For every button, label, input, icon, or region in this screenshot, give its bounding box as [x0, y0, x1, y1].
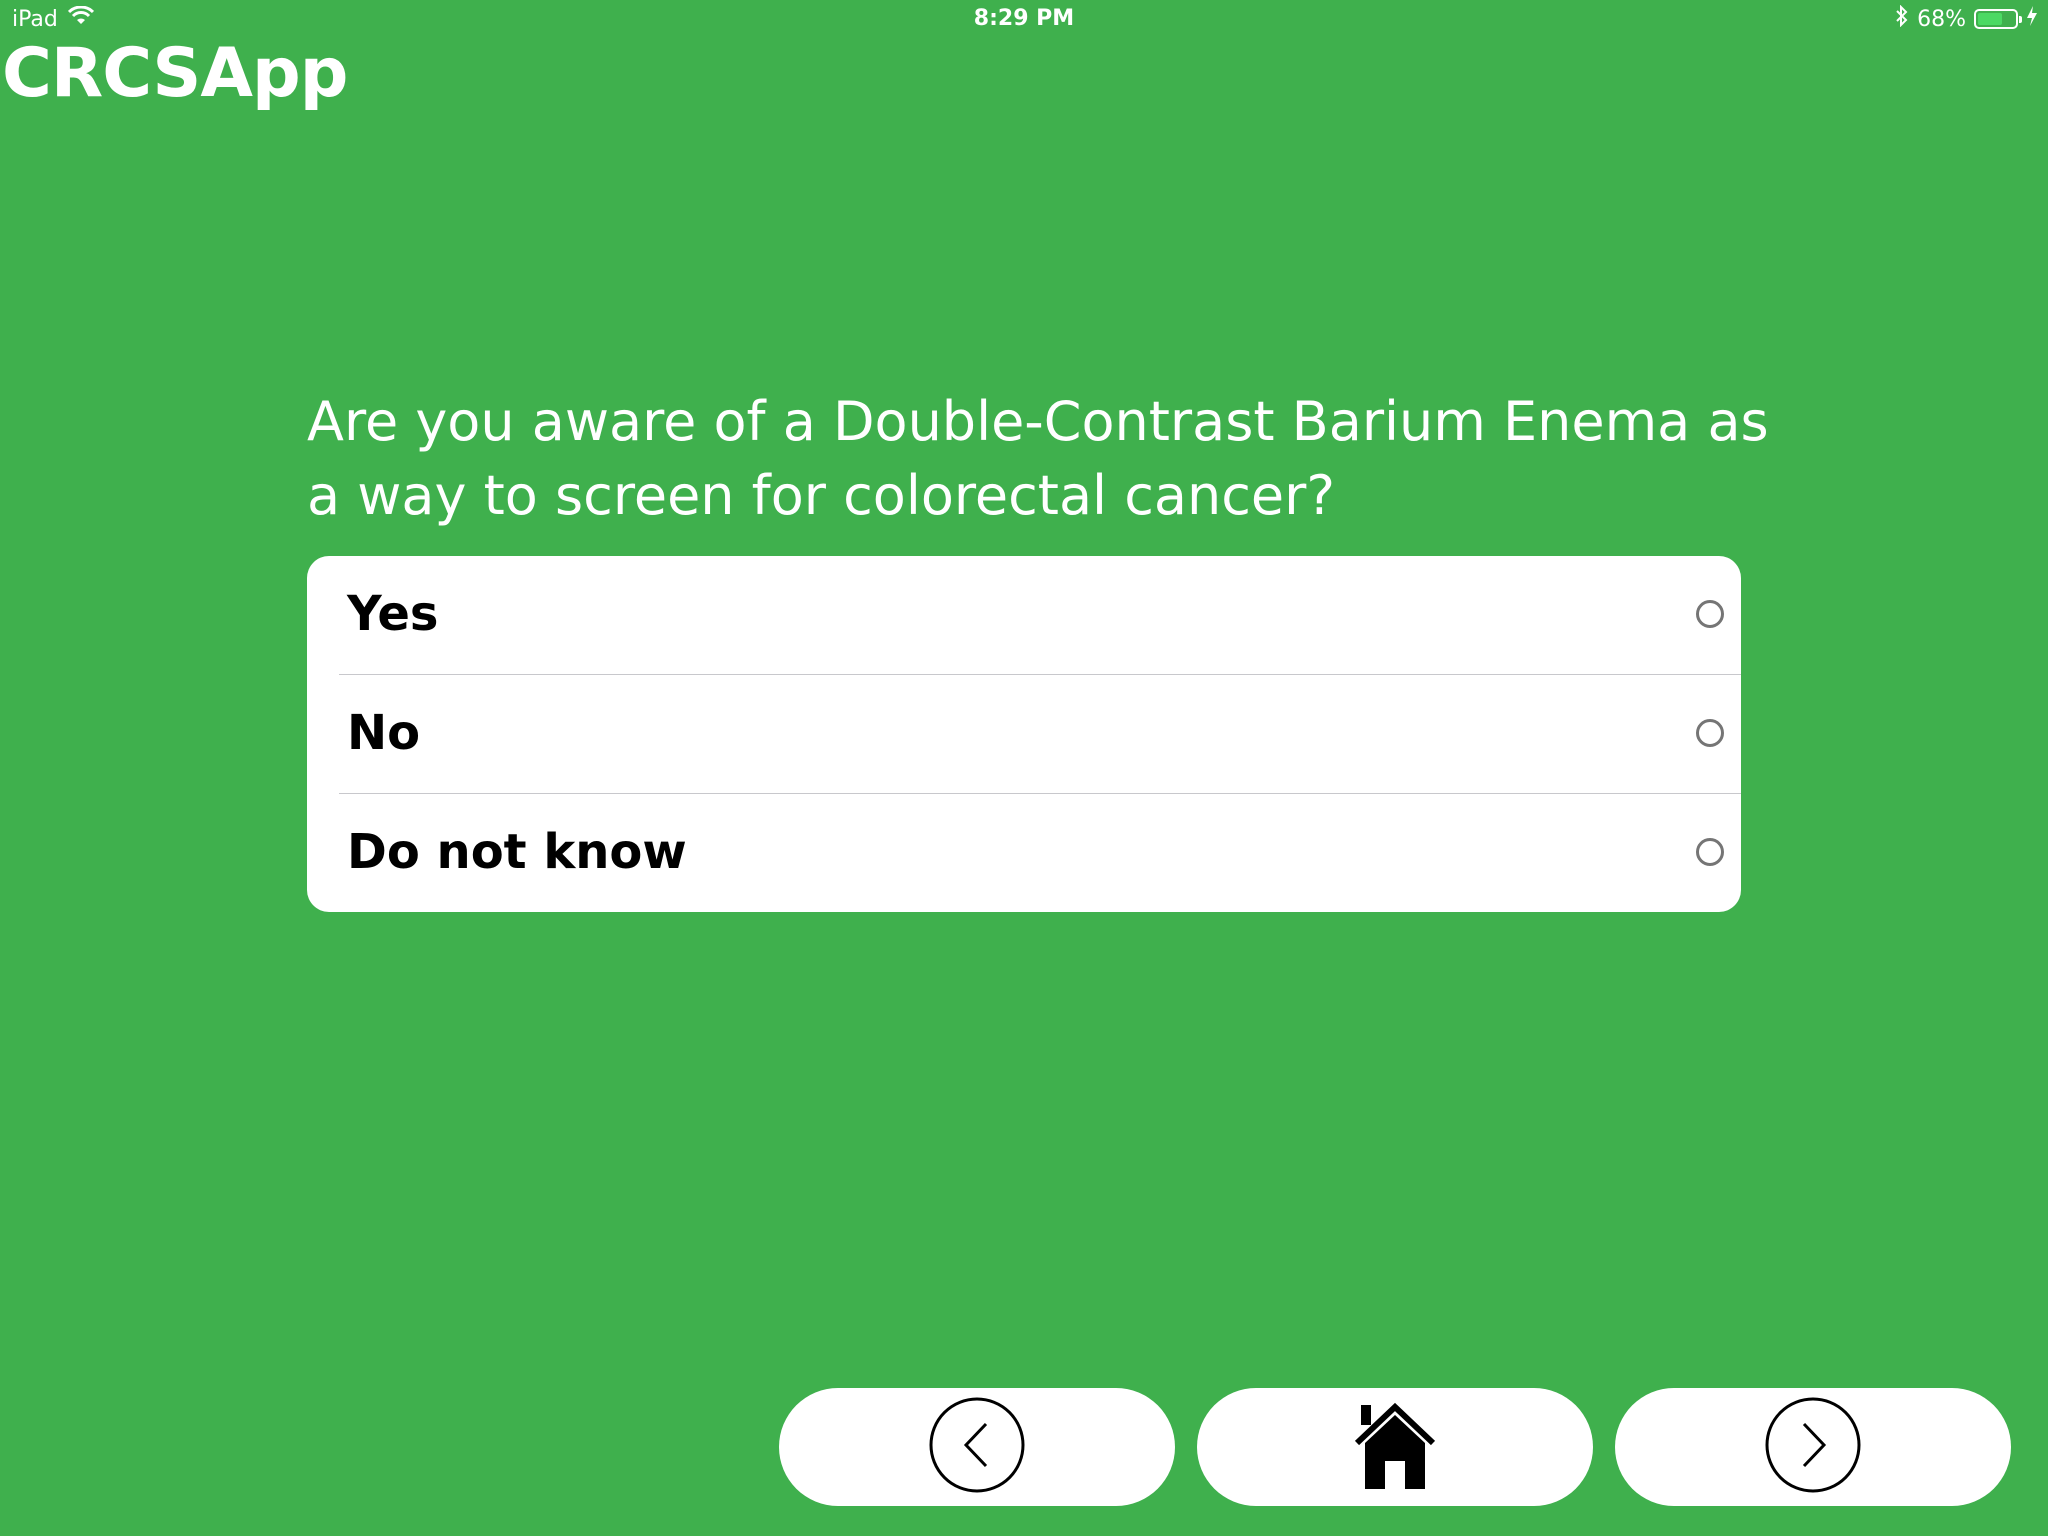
option-label: Yes — [347, 586, 439, 642]
battery-level — [1978, 13, 2002, 25]
next-button[interactable] — [1615, 1388, 2011, 1506]
question-text: Are you aware of a Double-Contrast Bariu… — [307, 390, 1769, 527]
back-button[interactable] — [779, 1388, 1175, 1506]
radio-button[interactable] — [1696, 838, 1724, 866]
status-right: 68% — [1895, 4, 2038, 33]
status-time: 8:29 PM — [973, 6, 1075, 31]
app-title: CRCSApp — [2, 34, 348, 113]
option-no[interactable]: No — [339, 675, 1741, 794]
battery-icon — [1974, 9, 2022, 29]
chevron-left-circle-icon — [928, 1396, 1026, 1498]
charging-icon — [2026, 5, 2038, 33]
home-icon — [1349, 1399, 1441, 1495]
radio-button[interactable] — [1696, 719, 1724, 747]
option-yes[interactable]: Yes — [339, 556, 1741, 675]
option-do-not-know[interactable]: Do not know — [339, 794, 1741, 912]
bluetooth-icon — [1895, 4, 1909, 33]
answer-options: Yes No Do not know — [307, 556, 1741, 912]
option-label: Do not know — [347, 824, 687, 880]
radio-button[interactable] — [1696, 600, 1724, 628]
option-label: No — [347, 705, 421, 761]
chevron-right-circle-icon — [1764, 1396, 1862, 1498]
home-button[interactable] — [1197, 1388, 1593, 1506]
battery-percent: 68% — [1917, 6, 1966, 32]
